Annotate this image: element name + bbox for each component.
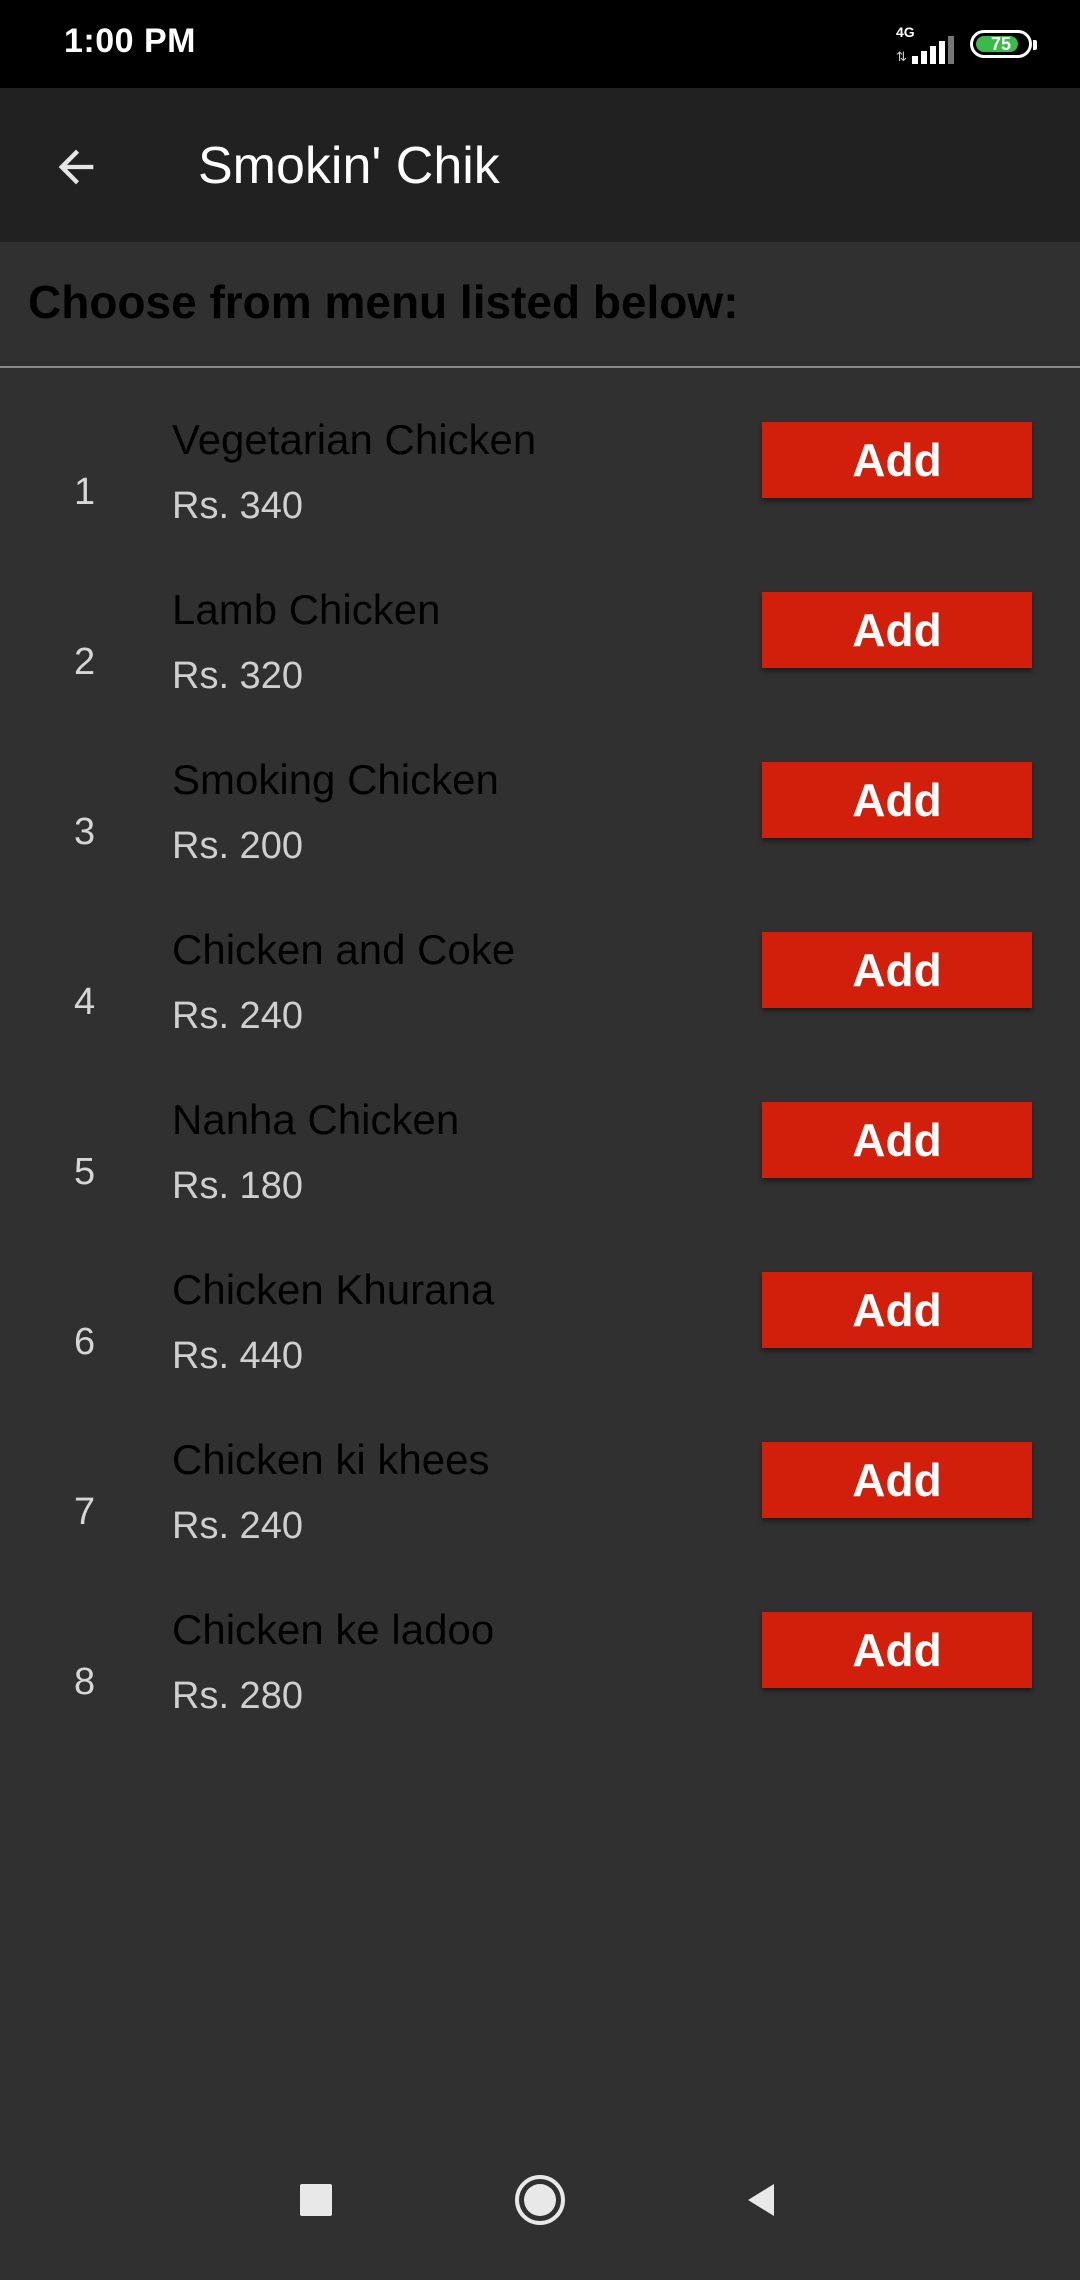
menu-item-index: 2 bbox=[74, 641, 96, 683]
battery-icon: 75 bbox=[970, 30, 1037, 58]
menu-item-name: Chicken ke ladoo bbox=[172, 1606, 495, 1653]
menu-screen: Choose from menu listed below: 1 Vegetar… bbox=[0, 242, 1080, 2120]
page-title: Smokin' Chik bbox=[198, 137, 500, 195]
app-bar: Smokin' Chik bbox=[0, 88, 1080, 242]
status-bar: 1:00 PM 4G ⇅ 75 bbox=[0, 0, 1080, 88]
battery-level: 75 bbox=[990, 33, 1012, 54]
add-button[interactable]: Add bbox=[762, 1102, 1032, 1178]
menu-item: 1 Vegetarian Chicken Rs. 340 Add bbox=[0, 412, 1080, 582]
add-button[interactable]: Add bbox=[762, 422, 1032, 498]
menu-item: 6 Chicken Khurana Rs. 440 Add bbox=[0, 1262, 1080, 1432]
add-button[interactable]: Add bbox=[762, 1442, 1032, 1518]
menu-item-price: Rs. 240 bbox=[172, 1505, 303, 1547]
add-button[interactable]: Add bbox=[762, 762, 1032, 838]
square-recents-icon bbox=[300, 2184, 332, 2216]
menu-item: 3 Smoking Chicken Rs. 200 Add bbox=[0, 752, 1080, 922]
menu-item-name: Chicken Khurana bbox=[172, 1266, 495, 1313]
status-icons: 4G ⇅ 75 bbox=[896, 24, 1037, 64]
menu-item-name: Chicken and Coke bbox=[172, 926, 516, 973]
add-button[interactable]: Add bbox=[762, 1272, 1032, 1348]
arrow-back-icon bbox=[58, 149, 94, 185]
triangle-back-icon bbox=[748, 2184, 774, 2216]
menu-item: 5 Nanha Chicken Rs. 180 Add bbox=[0, 1092, 1080, 1262]
menu-item-price: Rs. 280 bbox=[172, 1675, 303, 1717]
menu-item-name: Vegetarian Chicken bbox=[172, 416, 537, 463]
menu-item-index: 5 bbox=[74, 1151, 96, 1193]
menu-item-name: Nanha Chicken bbox=[172, 1096, 460, 1143]
menu-item-price: Rs. 440 bbox=[172, 1335, 303, 1377]
menu-item-price: Rs. 320 bbox=[172, 655, 303, 697]
menu-item: 8 Chicken ke ladoo Rs. 280 Add bbox=[0, 1602, 1080, 1772]
menu-item-index: 6 bbox=[74, 1321, 96, 1363]
status-time: 1:00 PM bbox=[64, 22, 196, 60]
back-button[interactable] bbox=[40, 131, 112, 203]
circle-home-icon bbox=[515, 2175, 565, 2225]
system-nav-bar bbox=[0, 2120, 1080, 2280]
menu-item-price: Rs. 240 bbox=[172, 995, 303, 1037]
add-button[interactable]: Add bbox=[762, 592, 1032, 668]
menu-item-price: Rs. 340 bbox=[172, 485, 303, 527]
add-button[interactable]: Add bbox=[762, 932, 1032, 1008]
menu-heading: Choose from menu listed below: bbox=[28, 276, 739, 328]
menu-item-index: 4 bbox=[74, 981, 96, 1023]
recents-button[interactable] bbox=[276, 2160, 356, 2240]
menu-item: 7 Chicken ki khees Rs. 240 Add bbox=[0, 1432, 1080, 1602]
divider bbox=[0, 366, 1080, 368]
data-arrows-icon: ⇅ bbox=[896, 49, 907, 64]
menu-item-index: 1 bbox=[74, 471, 96, 513]
menu-item-name: Lamb Chicken bbox=[172, 586, 441, 633]
signal-bars-icon: 4G ⇅ bbox=[896, 24, 954, 64]
menu-item-price: Rs. 200 bbox=[172, 825, 303, 867]
menu-item: 4 Chicken and Coke Rs. 240 Add bbox=[0, 922, 1080, 1092]
menu-item-index: 3 bbox=[74, 811, 96, 853]
add-button[interactable]: Add bbox=[762, 1612, 1032, 1688]
home-button[interactable] bbox=[500, 2160, 580, 2240]
menu-item: 2 Lamb Chicken Rs. 320 Add bbox=[0, 582, 1080, 752]
menu-item-name: Chicken ki khees bbox=[172, 1436, 490, 1483]
menu-item-index: 7 bbox=[74, 1491, 96, 1533]
signal-strength-icon bbox=[912, 36, 954, 64]
menu-item-price: Rs. 180 bbox=[172, 1165, 303, 1207]
system-back-button[interactable] bbox=[720, 2160, 800, 2240]
menu-item-index: 8 bbox=[74, 1661, 96, 1703]
menu-list: 1 Vegetarian Chicken Rs. 340 Add 2 Lamb … bbox=[0, 412, 1080, 1772]
menu-item-name: Smoking Chicken bbox=[172, 756, 499, 803]
